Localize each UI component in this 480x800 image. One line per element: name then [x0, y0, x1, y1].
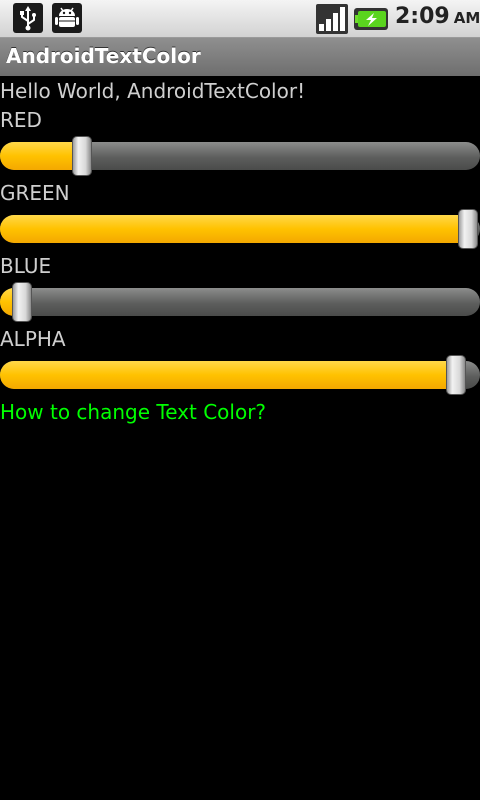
- status-bar: 2:09 AM: [0, 0, 480, 38]
- blue-seekbar-thumb[interactable]: [12, 282, 32, 322]
- green-seekbar-progress: [0, 215, 468, 243]
- signal-icon: [316, 4, 348, 34]
- blue-seekbar[interactable]: [0, 282, 480, 328]
- app-title-bar: AndroidTextColor: [0, 38, 480, 76]
- app-title: AndroidTextColor: [6, 44, 201, 68]
- green-label: GREEN: [0, 181, 70, 205]
- green-seekbar-thumb[interactable]: [458, 209, 478, 249]
- clock-ampm: AM: [453, 9, 480, 27]
- green-seekbar[interactable]: [0, 209, 480, 255]
- blue-label: BLUE: [0, 254, 52, 278]
- alpha-label: ALPHA: [0, 327, 66, 351]
- red-seekbar-thumb[interactable]: [72, 136, 92, 176]
- alpha-seekbar-track: [0, 361, 480, 389]
- alpha-seekbar-progress: [0, 361, 456, 389]
- change-text-color-link[interactable]: How to change Text Color?: [0, 400, 266, 424]
- usb-icon: [13, 3, 43, 33]
- hello-text: Hello World, AndroidTextColor!: [0, 79, 306, 103]
- red-label: RED: [0, 108, 42, 132]
- red-seekbar[interactable]: [0, 136, 480, 182]
- clock-time: 2:09: [395, 4, 450, 29]
- battery-charging-icon: [354, 8, 388, 30]
- green-seekbar-track: [0, 215, 480, 243]
- android-debug-icon: [52, 3, 82, 33]
- status-clock: 2:09 AM: [395, 4, 480, 29]
- blue-seekbar-track: [0, 288, 480, 316]
- alpha-seekbar-thumb[interactable]: [446, 355, 466, 395]
- alpha-seekbar[interactable]: [0, 355, 480, 401]
- red-seekbar-progress: [0, 142, 82, 170]
